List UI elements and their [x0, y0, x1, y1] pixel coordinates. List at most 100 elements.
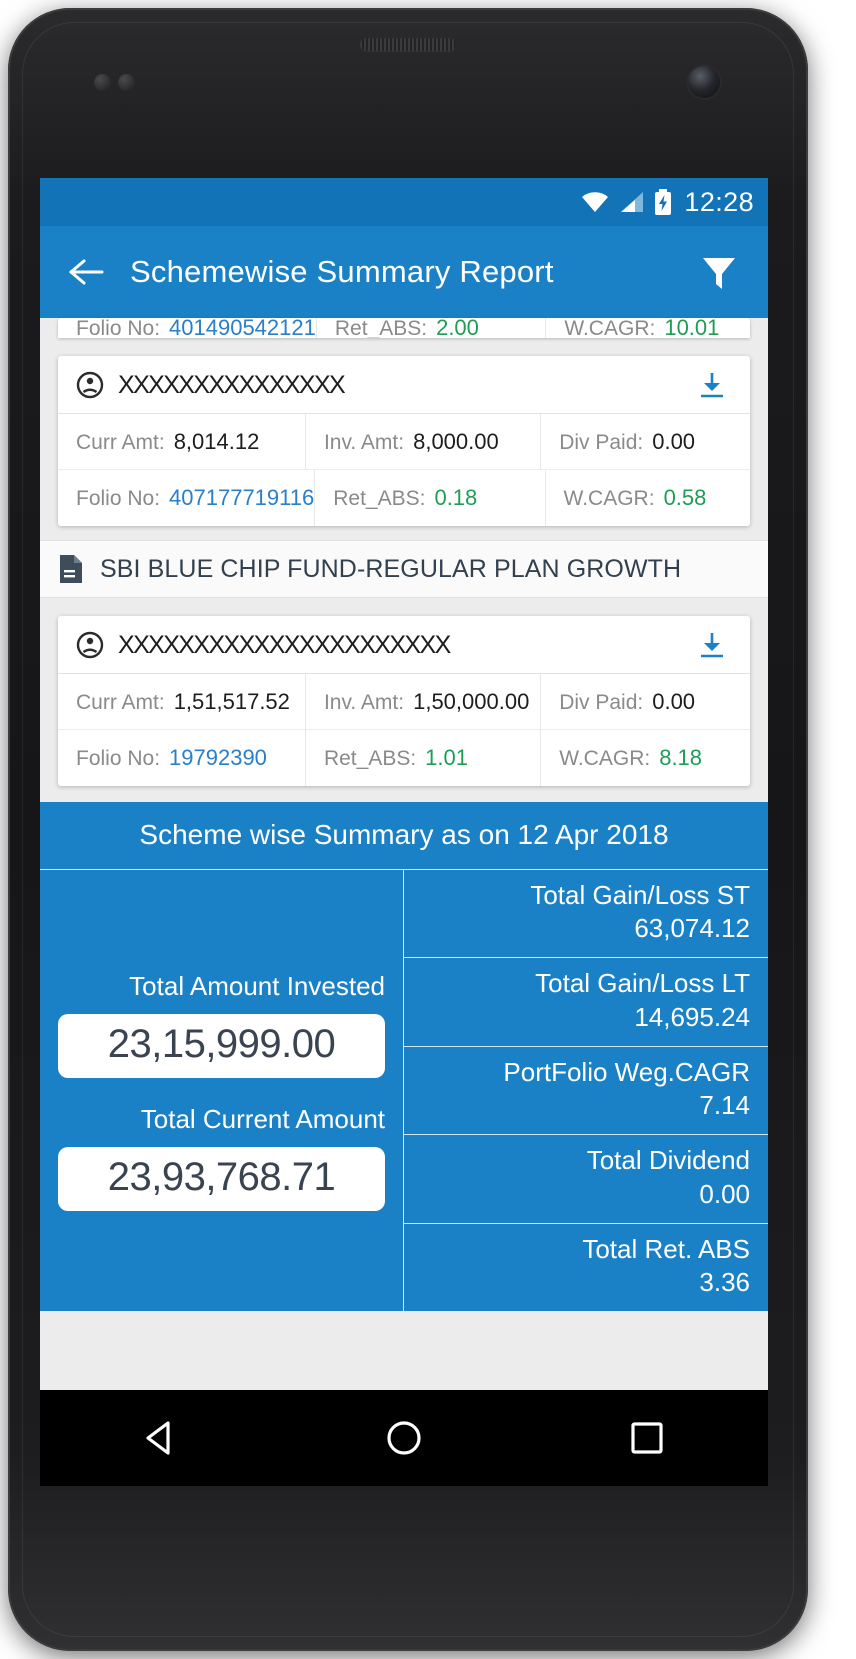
folio-cell: Folio No: 407177719116: [58, 470, 314, 526]
ret-abs-cell: Ret_ABS: 0.18: [314, 470, 544, 526]
inv-amt-cell: Inv. Amt: 8,000.00: [304, 414, 540, 469]
total-current-label: Total Current Amount: [140, 1103, 385, 1134]
summary-row: Total Dividend 0.00: [404, 1135, 768, 1224]
summary-row-label: Total Gain/Loss LT: [535, 968, 750, 999]
inv-amt-label: Inv. Amt:: [323, 430, 405, 454]
folio-label: Folio No:: [76, 487, 161, 510]
summary-left-column: Total Amount Invested 23,15,999.00 Total…: [40, 870, 404, 1311]
curr-amt-cell: Curr Amt: 1,51,517.52: [58, 674, 305, 729]
wcagr-cell: W.CAGR: 8.18: [540, 730, 750, 786]
card-header: XXXXXXXXXXXXXXX: [58, 356, 750, 414]
summary-row-value: 63,074.12: [634, 913, 750, 944]
ret-abs-cell: Ret_ABS: 2.00: [315, 318, 545, 338]
summary-row-label: Total Ret. ABS: [582, 1233, 750, 1264]
curr-amt-cell: Curr Amt: 8,014.12: [58, 414, 305, 469]
total-invested-label: Total Amount Invested: [129, 970, 385, 1001]
ret-abs-label: Ret_ABS:: [334, 318, 428, 338]
ret-abs-label: Ret_ABS:: [323, 747, 417, 770]
total-current-value: 23,93,768.71: [58, 1146, 385, 1211]
summary-row: Total Gain/Loss LT 14,695.24: [404, 958, 768, 1047]
wcagr-value: 10.01: [664, 318, 720, 338]
document-icon: [58, 554, 84, 584]
download-icon[interactable]: [690, 630, 734, 660]
div-paid-cell: Div Paid: 0.00: [540, 414, 750, 469]
investor-name: XXXXXXXXXXXXXXXXXXXXXX: [118, 630, 451, 659]
status-bar: 12:28: [40, 178, 768, 226]
folio-cell: Folio No: 401490542121: [58, 318, 316, 338]
wifi-icon: [580, 190, 610, 214]
battery-charging-icon: [654, 189, 672, 215]
investor-card[interactable]: XXXXXXXXXXXXXXX Curr Amt: 8,014.12 Inv. …: [58, 356, 750, 526]
summary-row-value: 3.36: [699, 1267, 750, 1298]
scheme-section-header[interactable]: SBI BLUE CHIP FUND-REGULAR PLAN GROWTH: [40, 540, 768, 598]
inv-amt-label: Inv. Amt:: [323, 690, 405, 714]
summary-row-value: 0.00: [699, 1178, 750, 1209]
folio-cell: Folio No: 19792390: [58, 730, 305, 786]
summary-body: Total Amount Invested 23,15,999.00 Total…: [40, 869, 768, 1311]
proximity-sensor-icon: [94, 74, 111, 91]
wcagr-label: W.CAGR:: [559, 747, 651, 770]
summary-row-value: 7.14: [699, 1090, 750, 1121]
amounts-row: Curr Amt: 8,014.12 Inv. Amt: 8,000.00 Di…: [58, 414, 750, 470]
wcagr-label: W.CAGR:: [564, 318, 656, 338]
folio-value: 401490542121: [169, 318, 316, 338]
scheme-title: SBI BLUE CHIP FUND-REGULAR PLAN GROWTH: [100, 554, 682, 583]
ret-abs-value: 1.01: [425, 745, 468, 770]
clipped-card-above[interactable]: Folio No: 401490542121 Ret_ABS: 2.00 W.C…: [58, 318, 750, 338]
page-title: Schemewise Summary Report: [130, 254, 554, 289]
phone-screen: 12:28 Schemewise Summary Report Folio No…: [40, 178, 768, 1390]
android-navigation-bar: [40, 1390, 768, 1486]
curr-amt-label: Curr Amt:: [76, 430, 165, 454]
wcagr-value: 0.58: [663, 485, 707, 510]
div-paid-cell: Div Paid: 0.00: [540, 674, 750, 729]
app-bar: Schemewise Summary Report: [40, 226, 768, 318]
summary-row: Total Ret. ABS 3.36: [404, 1224, 768, 1311]
ret-abs-label: Ret_ABS:: [333, 487, 426, 510]
circle-home-icon[interactable]: [359, 1408, 449, 1468]
metrics-row: Folio No: 19792390 Ret_ABS: 1.01 W.CAGR:…: [58, 730, 750, 786]
investor-name: XXXXXXXXXXXXXXX: [118, 370, 346, 399]
curr-amt-label: Curr Amt:: [76, 690, 165, 714]
inv-amt-value: 8,000.00: [413, 428, 499, 454]
ret-abs-value: 0.18: [434, 485, 478, 510]
person-icon: [76, 631, 104, 659]
wcagr-label: W.CAGR:: [563, 487, 655, 510]
investor-card[interactable]: XXXXXXXXXXXXXXXXXXXXXX Curr Amt: 1,51,51…: [58, 616, 750, 786]
summary-row: Total Gain/Loss ST 63,074.12: [404, 870, 768, 959]
cellular-signal-icon: [619, 190, 645, 214]
filter-icon[interactable]: [692, 245, 746, 299]
summary-row-label: Total Dividend: [586, 1145, 750, 1176]
folio-value[interactable]: 407177719116: [169, 470, 314, 526]
amounts-row: Curr Amt: 1,51,517.52 Inv. Amt: 1,50,000…: [58, 674, 750, 730]
ret-abs-cell: Ret_ABS: 1.01: [304, 730, 540, 786]
summary-row-label: PortFolio Weg.CAGR: [503, 1056, 750, 1087]
summary-panel: Scheme wise Summary as on 12 Apr 2018 To…: [40, 802, 768, 1311]
triangle-back-icon[interactable]: [116, 1408, 206, 1468]
earpiece-speaker: [360, 38, 456, 51]
folio-label: Folio No:: [76, 318, 161, 338]
ret-abs-value: 2.00: [436, 318, 479, 338]
folio-value[interactable]: 19792390: [169, 730, 267, 786]
summary-row-value: 14,695.24: [634, 1001, 750, 1032]
download-icon[interactable]: [690, 370, 734, 400]
person-icon: [76, 371, 104, 399]
report-list[interactable]: Folio No: 401490542121 Ret_ABS: 2.00 W.C…: [40, 318, 768, 1311]
wcagr-cell: W.CAGR: 0.58: [544, 470, 750, 526]
square-recents-icon[interactable]: [602, 1408, 692, 1468]
folio-label: Folio No:: [76, 747, 161, 770]
summary-right-column: Total Gain/Loss ST 63,074.12 Total Gain/…: [404, 870, 768, 1311]
light-sensor-icon: [118, 74, 135, 91]
curr-amt-value: 1,51,517.52: [173, 688, 290, 714]
div-paid-value: 0.00: [652, 688, 696, 714]
summary-row-label: Total Gain/Loss ST: [530, 879, 750, 910]
status-bar-clock: 12:28: [684, 186, 754, 217]
wcagr-cell: W.CAGR: 10.01: [545, 318, 750, 338]
total-invested-value: 23,15,999.00: [58, 1013, 385, 1078]
div-paid-value: 0.00: [652, 428, 696, 454]
back-button[interactable]: [60, 246, 112, 298]
summary-row: PortFolio Weg.CAGR 7.14: [404, 1047, 768, 1136]
curr-amt-value: 8,014.12: [173, 428, 260, 454]
card-header: XXXXXXXXXXXXXXXXXXXXXX: [58, 616, 750, 674]
div-paid-label: Div Paid:: [559, 690, 644, 714]
inv-amt-cell: Inv. Amt: 1,50,000.00: [304, 674, 540, 729]
